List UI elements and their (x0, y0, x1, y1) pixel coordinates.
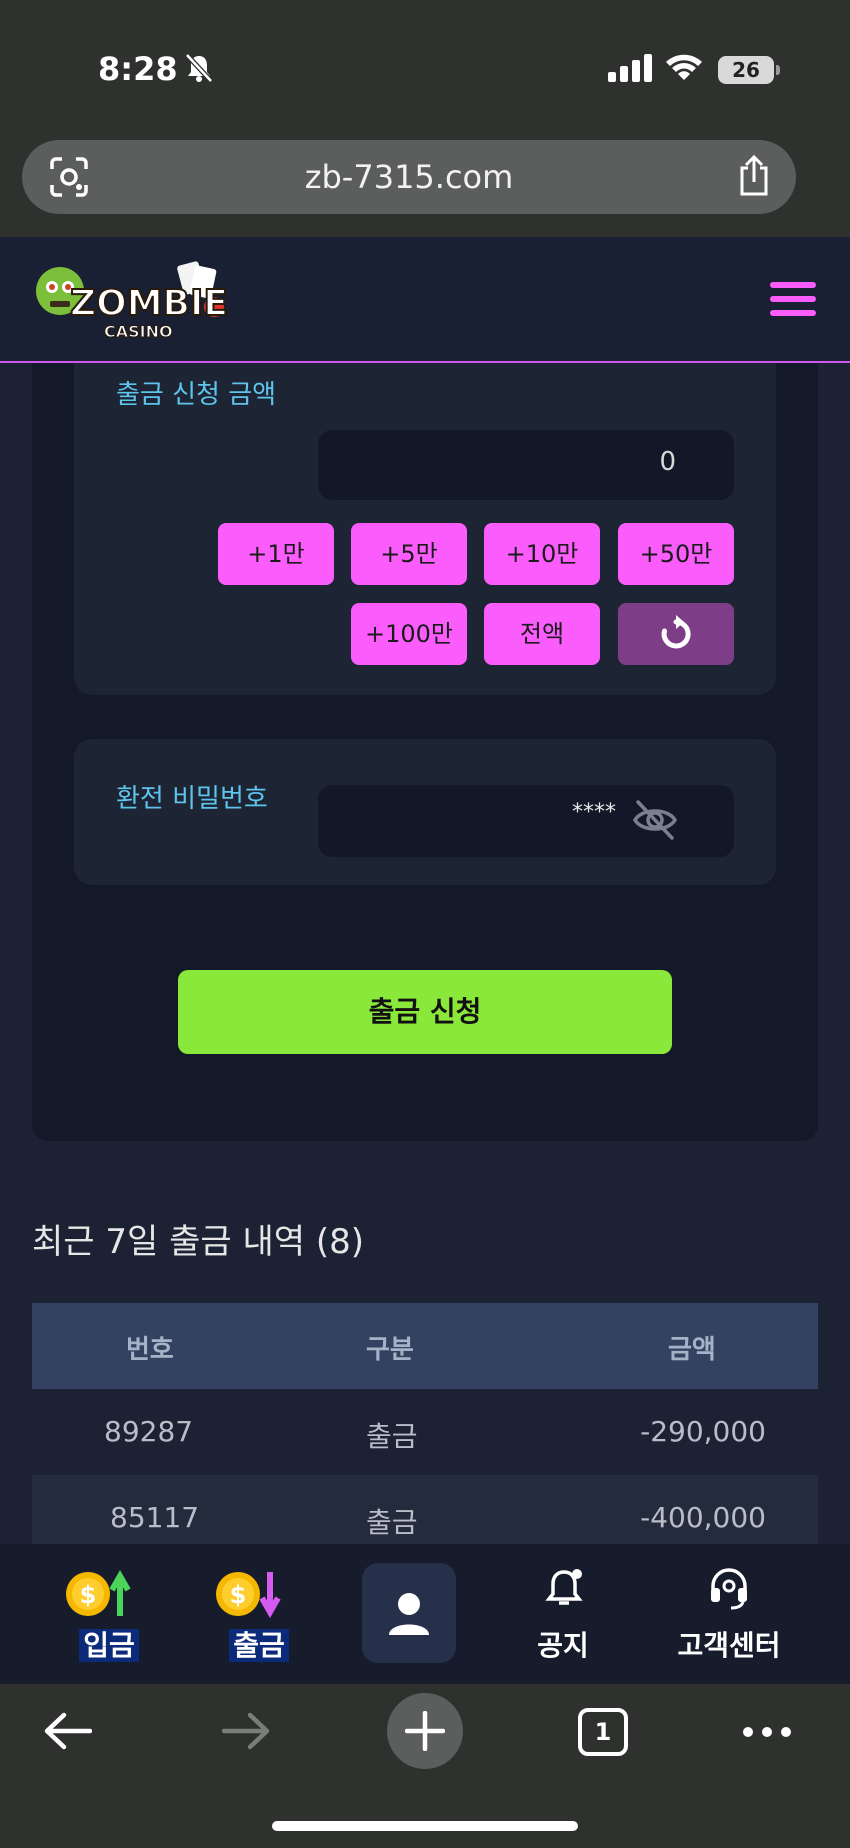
share-icon[interactable] (734, 154, 774, 198)
password-value: **** (572, 800, 616, 825)
new-tab-button[interactable] (387, 1693, 463, 1769)
history-title: 최근 7일 출금 내역 (8) (32, 1222, 364, 1262)
nav-notice-label: 공지 (537, 1629, 589, 1662)
amount-label: 출금 신청 금액 (116, 380, 277, 410)
nav-deposit[interactable]: $ 입금 (50, 1544, 168, 1684)
nav-profile-button[interactable] (362, 1563, 456, 1663)
support-headset-icon (711, 1568, 747, 1610)
add-100k-button[interactable]: +10만 (484, 523, 600, 585)
table-row[interactable]: 89287 출금 -290,000 (32, 1389, 818, 1475)
withdraw-coin-icon: $ (216, 1572, 281, 1618)
amount-value: 0 (659, 447, 676, 477)
add-50k-button[interactable]: +5만 (351, 523, 467, 585)
nav-notice[interactable]: 공지 (508, 1544, 618, 1684)
column-header-number: 번호 (126, 1335, 174, 1365)
reset-amount-button[interactable] (618, 603, 734, 665)
nav-deposit-label: 입금 (79, 1629, 139, 1662)
address-bar[interactable]: zb-7315.com (22, 140, 796, 214)
row-number: 85117 (110, 1501, 200, 1534)
status-time: 8:28 (98, 50, 178, 88)
nav-withdraw[interactable]: $ 출금 (200, 1544, 318, 1684)
home-indicator (272, 1821, 578, 1831)
row-amount: -290,000 (640, 1415, 766, 1448)
battery-indicator: 26 (718, 56, 780, 84)
url-text: zb-7315.com (304, 158, 514, 196)
profile-icon (389, 1593, 429, 1635)
logo-wordmark: ZOMBIE (70, 283, 228, 324)
row-number: 89287 (104, 1415, 194, 1448)
password-label: 환전 비밀번호 (116, 784, 268, 814)
cellular-signal-icon (608, 54, 652, 82)
column-header-amount: 금액 (668, 1335, 716, 1365)
reset-icon (661, 615, 691, 649)
more-options-icon[interactable] (742, 1726, 792, 1738)
tab-count: 1 (594, 1718, 612, 1746)
plus-icon (405, 1711, 445, 1751)
hamburger-menu-icon[interactable] (770, 282, 816, 316)
withdraw-submit-button[interactable]: 출금 신청 (178, 970, 672, 1054)
row-type: 출금 (366, 1420, 418, 1453)
logo-subtitle: CASINO (104, 322, 173, 341)
forward-arrow-icon[interactable] (222, 1711, 272, 1751)
zombie-casino-logo[interactable]: ZOMBIE CASINO (30, 255, 240, 347)
table-row[interactable]: 85117 출금 -400,000 (32, 1475, 818, 1544)
wifi-icon (666, 54, 702, 80)
full-amount-button[interactable]: 전액 (484, 603, 600, 665)
row-amount: -400,000 (640, 1501, 766, 1534)
back-arrow-icon[interactable] (42, 1711, 92, 1751)
add-500k-button[interactable]: +50만 (618, 523, 734, 585)
nav-support[interactable]: 고객센터 (664, 1544, 794, 1684)
add-1m-button[interactable]: +100만 (351, 603, 467, 665)
nav-support-label: 고객센터 (677, 1629, 781, 1662)
site-header: ZOMBIE CASINO (0, 237, 850, 363)
add-10k-button[interactable]: +1만 (218, 523, 334, 585)
history-table-header: 번호 구분 금액 (32, 1303, 818, 1389)
nav-withdraw-label: 출금 (229, 1629, 289, 1662)
column-header-type: 구분 (366, 1335, 414, 1365)
svg-text:$: $ (230, 1581, 247, 1609)
tab-switcher-button[interactable]: 1 (578, 1708, 628, 1756)
notice-bell-icon (545, 1569, 583, 1605)
status-bar: 8:28 26 zb-7315.com (0, 0, 850, 237)
svg-text:$: $ (80, 1581, 97, 1609)
row-type: 출금 (366, 1506, 418, 1539)
bell-muted-icon (185, 53, 213, 83)
hide-password-icon[interactable] (632, 798, 678, 842)
deposit-coin-icon: $ (66, 1569, 131, 1616)
